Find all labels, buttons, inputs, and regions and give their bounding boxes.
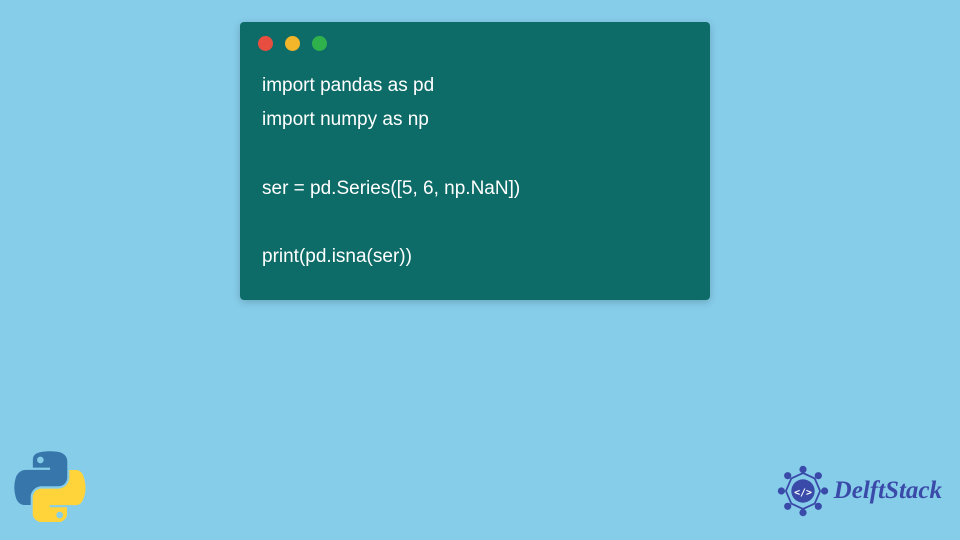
code-window: import pandas as pd import numpy as np s…	[240, 22, 710, 300]
minimize-icon	[285, 36, 300, 51]
code-line: ser = pd.Series([5, 6, np.NaN])	[262, 178, 520, 199]
code-line: import numpy as np	[262, 109, 429, 130]
maximize-icon	[312, 36, 327, 51]
window-controls	[240, 22, 710, 61]
delftstack-badge-icon: </>	[776, 464, 830, 518]
delftstack-brand-text: DelftStack	[834, 477, 942, 505]
code-block: import pandas as pd import numpy as np s…	[240, 61, 710, 282]
delftstack-logo: </> DelftStack	[776, 464, 942, 518]
code-line: print(pd.isna(ser))	[262, 246, 412, 267]
close-icon	[258, 36, 273, 51]
svg-text:</>: </>	[794, 488, 812, 499]
python-logo-icon	[14, 450, 86, 522]
code-line: import pandas as pd	[262, 75, 434, 96]
